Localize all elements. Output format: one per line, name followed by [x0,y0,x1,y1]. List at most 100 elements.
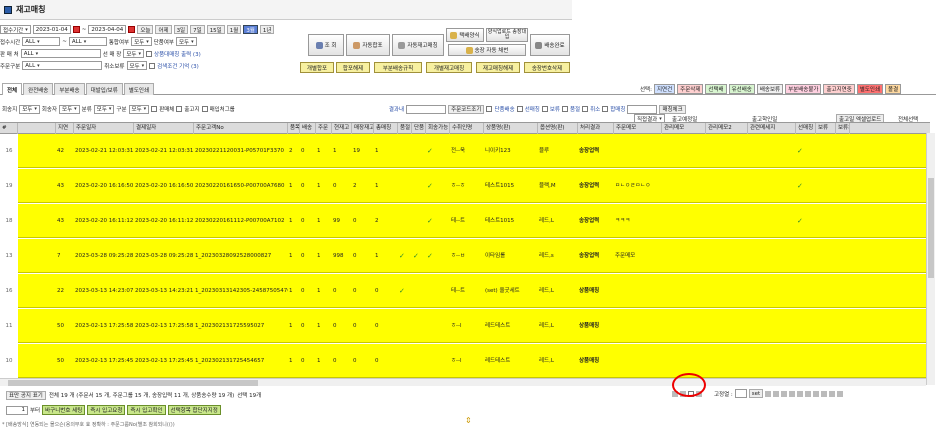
hold-checkbox[interactable] [541,106,548,112]
vendor-group-checkbox[interactable] [201,106,208,112]
cancel-checkbox[interactable] [582,106,589,112]
partial-rule-button[interactable]: 부분배송규칙 [374,62,422,73]
time-to-select[interactable]: ALL [68,37,107,46]
status-delay[interactable]: 지연건 [653,84,676,94]
status-pol[interactable]: 폴결 [885,84,902,94]
basket-set-button[interactable]: 바구니번호 세팅 [42,405,86,415]
column-header[interactable]: 배송 [300,123,316,134]
column-header[interactable]: 품목 [288,123,300,134]
instant-request-button[interactable]: 즉시 입고요청 [87,405,126,415]
quick-today[interactable]: 오늘 [137,25,154,34]
status-partial[interactable]: 부분배송불가 [785,84,822,94]
notice-toggle[interactable]: 표만 공지 표기 [6,390,46,400]
merge-select[interactable]: 모두 [131,37,152,46]
delete-invoice-button[interactable]: 송장번호삭제 [524,62,570,73]
table-row[interactable]: 10 50 2023-02-13 17:25:45 2023-02-13 17:25:… [0,344,930,378]
quick-1m[interactable]: 1월 [226,25,242,34]
quick-1y[interactable]: 1년 [259,25,275,34]
designate-button[interactable]: 선택항목 합단지지정 [167,405,221,415]
print-checkbox[interactable] [146,50,153,57]
column-header[interactable]: 관리메모2 [706,123,748,134]
soldout-checkbox[interactable] [562,106,568,112]
stock-match-button[interactable]: 개별재고매칭 [426,62,472,73]
tool-icon[interactable] [813,390,820,397]
auto-invoice-button[interactable]: 송장 자동 채번 [448,44,526,56]
single-ship-checkbox[interactable] [486,106,493,112]
tab-all[interactable]: 전체 [2,83,23,95]
tool-icon[interactable] [789,390,796,397]
prematch-checkbox[interactable] [516,106,523,112]
prematch-select[interactable]: 모두 [123,49,145,58]
quick-7d[interactable]: 7일 [190,25,205,34]
tool-icon[interactable] [821,390,828,397]
merge-button[interactable]: 개별합포 [300,62,334,73]
table-row[interactable]: 11 50 2023-02-13 17:25:58 2023-02-13 17:25:… [0,309,930,343]
status-separate[interactable]: 별도인쇄 [856,84,884,94]
status-hold[interactable]: 배송보류 [756,84,784,94]
total-match-checkbox[interactable] [602,106,609,112]
tab-separate[interactable]: 별도인쇄 [123,83,155,95]
cancel-hold-select[interactable]: 모두 [126,61,148,70]
column-header[interactable]: 회송가능 [426,123,450,134]
column-header[interactable]: 주문고객No [194,123,288,134]
column-header[interactable]: 옵션명(판) [538,123,578,134]
warehouse-checkbox[interactable] [176,106,183,112]
column-header[interactable]: 상품명(판) [484,123,538,134]
time-from-select[interactable]: ALL [22,37,61,46]
status-wired[interactable]: 유선배송 [728,84,755,94]
table-row[interactable]: 13 7 2023-03-28 09:25:28 2023-03-28 09:25:2… [0,239,930,273]
delivery-form-button[interactable]: 택배양식 [446,28,484,42]
upload-invoice-button[interactable]: 양식업로드 송장대입 [486,28,528,42]
table-row[interactable]: 16 22 2023-03-13 14:23:07 2023-03-13 14:23:… [0,274,930,308]
calendar-icon[interactable] [72,26,80,33]
tool-icon[interactable] [781,390,788,397]
column-header[interactable]: 매장재고 [352,123,374,134]
status-delay-out[interactable]: 출고지연중 [823,84,855,94]
match-check-button[interactable]: 매칭체크 [659,104,686,114]
table-row[interactable]: 18 43 2023-02-20 16:11:12 2023-02-20 16:11:… [0,204,930,238]
unmerge-button[interactable]: 합포해제 [336,62,370,73]
column-header[interactable]: 주문메모 [614,123,662,134]
tool-icon[interactable] [829,390,836,397]
instant-confirm-button[interactable]: 즉시 입고확인 [127,405,166,415]
column-header[interactable]: 주문일자 [74,123,134,134]
match-range-input[interactable] [627,104,658,114]
table-row[interactable]: 16 42 2023-02-21 12:03:31 2023-02-21 12:03:… [0,134,930,168]
delivery-complete-button[interactable]: 배송완료 [530,34,570,56]
quick-15d[interactable]: 15일 [206,25,225,34]
return-person-select[interactable]: 모두 [59,104,80,114]
tool-icon[interactable] [773,390,780,397]
scroll-thumb[interactable] [8,380,258,386]
tab-complete[interactable]: 완전배송 [23,83,54,95]
date-from-input[interactable]: 2023-01-04 [32,25,71,34]
vertical-scrollbar[interactable] [926,133,935,385]
order-type-select[interactable]: ALL [22,61,103,70]
column-header[interactable]: 수취인명 [450,123,484,134]
column-header[interactable]: 보류처 [836,123,850,134]
column-header[interactable]: 단품 [412,123,426,134]
search-button[interactable]: 조 회 [308,34,344,56]
quick-yesterday[interactable]: 어제 [155,25,172,34]
seller-checkbox[interactable] [151,106,158,112]
returner-select[interactable]: 모두 [19,104,40,114]
status-delete[interactable]: 주문삭제 [677,84,704,94]
status-select[interactable]: 선택배 [705,84,727,94]
calendar-icon[interactable] [128,26,136,33]
auto-match-button[interactable]: 자동합포 [346,34,390,56]
remember-checkbox[interactable] [149,62,156,69]
quick-3d[interactable]: 3일 [173,25,189,34]
tab-partial[interactable]: 부분배송 [54,83,85,95]
column-header[interactable] [18,123,56,134]
column-header[interactable]: 선매칭 [796,123,816,134]
category-select[interactable]: 모두 [93,104,115,114]
column-header[interactable]: 지연 [56,123,74,134]
column-header[interactable]: 보류 [816,123,836,134]
seller-select[interactable]: ALL [20,49,101,58]
order-code-button[interactable]: 주문코드조기 [448,104,485,114]
tool-icon[interactable] [765,390,772,397]
tab-hold[interactable]: 대발입/보류 [85,83,123,95]
date-to-input[interactable]: 2023-04-04 [88,25,127,34]
fixed-set-button[interactable]: set [748,389,764,398]
quick-3m[interactable]: 3월 [243,25,258,34]
column-header[interactable]: 현재고 [332,123,352,134]
